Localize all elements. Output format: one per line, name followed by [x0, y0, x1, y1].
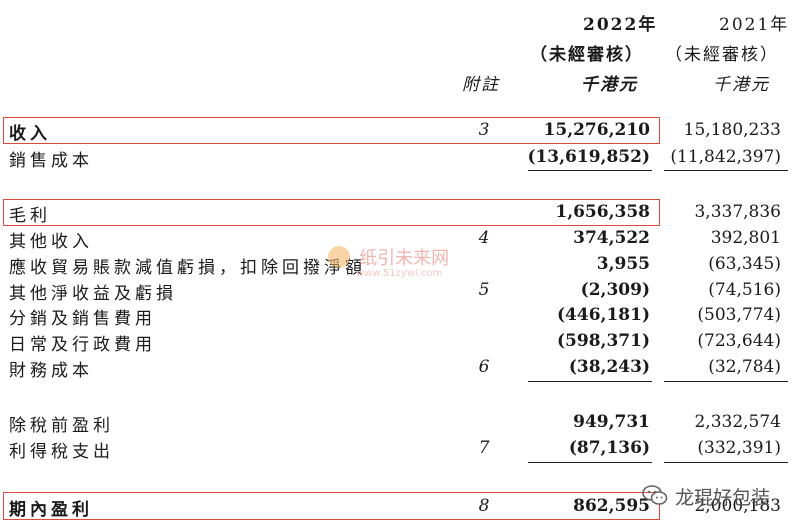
row-note: 5 [478, 280, 490, 300]
value-2021: (63,345) [708, 254, 781, 274]
value-2022: 374,522 [573, 228, 650, 248]
value-2021: 15,180,233 [683, 120, 781, 140]
value-2022: (13,619,852) [527, 147, 650, 167]
value-2022: (446,181) [557, 305, 650, 325]
row-other-net-gains: 其他淨收益及虧損 5 (2,309) (74,516) [0, 277, 800, 304]
value-2022: 862,595 [573, 496, 650, 516]
row-cost-of-sales: 銷售成本 (13,619,852) (11,842,397) [0, 144, 800, 171]
value-2022: (2,309) [580, 280, 650, 300]
value-2021: 2,332,574 [694, 412, 781, 432]
row-label: 利得稅支出 [9, 442, 114, 462]
value-2021: (74,516) [708, 280, 781, 300]
unit-2022-header: 千港元 [581, 75, 638, 95]
row-admin-expenses: 日常及行政費用 (598,371) (723,644) [0, 328, 800, 355]
year-2021-header: 2021年 [719, 15, 790, 35]
unit-2021-header: 千港元 [713, 75, 770, 95]
wechat-icon [642, 484, 668, 510]
row-label: 銷售成本 [9, 151, 93, 171]
row-note: 3 [478, 120, 490, 140]
row-finance-costs: 財務成本 6 (38,243) (32,784) [0, 354, 800, 381]
subtotal-rule-2022 [528, 381, 652, 382]
row-label: 期內盈利 [9, 500, 93, 520]
value-2022: 949,731 [573, 412, 650, 432]
value-2021: (723,644) [697, 331, 781, 351]
value-2021: (503,774) [697, 305, 781, 325]
value-2022: 15,276,210 [543, 120, 650, 140]
value-2021: (332,391) [697, 438, 781, 458]
value-2021: (32,784) [708, 357, 781, 377]
notes-column-header: 附註 [462, 75, 500, 95]
row-distribution-costs: 分銷及銷售費用 (446,181) (503,774) [0, 302, 800, 329]
row-label: 日常及行政費用 [9, 335, 156, 355]
row-label: 其他淨收益及虧損 [9, 284, 177, 304]
row-note: 8 [478, 496, 490, 516]
value-2021: (11,842,397) [670, 147, 781, 167]
row-label: 收入 [9, 124, 51, 144]
row-label: 財務成本 [9, 361, 93, 381]
value-2022: 3,955 [596, 254, 650, 274]
row-label: 應收貿易賬款減值虧損，扣除回撥淨額 [9, 258, 366, 278]
value-2021: 392,801 [710, 228, 781, 248]
subtotal-rule-2021 [664, 381, 788, 382]
subtotal-rule-2021 [664, 462, 788, 463]
row-note: 6 [478, 357, 490, 377]
row-other-income: 其他收入 4 374,522 392,801 [0, 225, 800, 252]
unaudited-2021-header: （未經審核） [665, 45, 779, 65]
row-label: 除稅前盈利 [9, 416, 114, 436]
wechat-account-name: 龙琨好包装 [675, 487, 771, 509]
unaudited-2022-header: （未經審核） [530, 45, 644, 65]
row-impairment: 應收貿易賬款減值虧損，扣除回撥淨額 3,955 (63,345) [0, 251, 800, 278]
row-label: 毛利 [9, 206, 51, 226]
subtotal-rule-2022 [528, 462, 652, 463]
value-2022: 1,656,358 [555, 202, 650, 222]
row-revenue: 收入 3 15,276,210 15,180,233 [0, 117, 800, 144]
row-label: 其他收入 [9, 232, 93, 252]
value-2022: (598,371) [557, 331, 650, 351]
row-profit-before-tax: 除稅前盈利 949,731 2,332,574 [0, 409, 800, 436]
wechat-badge: 龙琨好包装 [642, 483, 770, 510]
row-gross-profit: 毛利 1,656,358 3,337,836 [0, 199, 800, 226]
year-2022-header: 2022年 [583, 15, 658, 35]
row-label: 分銷及銷售費用 [9, 309, 156, 329]
value-2022: (38,243) [568, 357, 650, 377]
row-income-tax: 利得稅支出 7 (87,136) (332,391) [0, 435, 800, 462]
subtotal-rule-2022 [528, 170, 652, 171]
value-2022: (87,136) [568, 438, 650, 458]
row-note: 7 [478, 438, 490, 458]
subtotal-rule-2021 [664, 170, 788, 171]
row-note: 4 [478, 228, 490, 248]
value-2021: 3,337,836 [694, 202, 781, 222]
